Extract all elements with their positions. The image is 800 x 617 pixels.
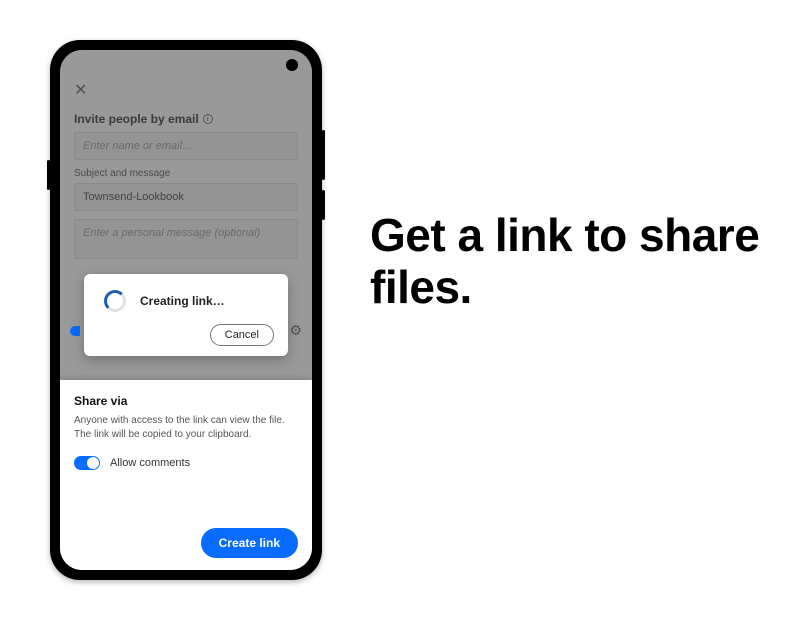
phone-screen: ✕ Invite people by email i Enter name or…	[60, 50, 312, 570]
cancel-button[interactable]: Cancel	[210, 324, 274, 346]
allow-comments-toggle[interactable]	[74, 456, 100, 470]
gear-icon[interactable]: ⚙	[289, 322, 302, 339]
creating-link-modal: Creating link… Cancel	[84, 274, 288, 356]
create-link-button[interactable]: Create link	[201, 528, 298, 558]
background-toggle-sliver	[70, 326, 80, 336]
share-description: Anyone with access to the link can view …	[74, 414, 298, 442]
allow-comments-row[interactable]: Allow comments	[74, 456, 298, 470]
modal-status-text: Creating link…	[140, 294, 225, 308]
promo-stage: ✕ Invite people by email i Enter name or…	[0, 0, 800, 617]
share-title: Share via	[74, 394, 298, 408]
promo-headline: Get a link to share files.	[370, 210, 770, 313]
share-sheet-footer: Create link	[74, 528, 298, 558]
spinner-icon	[104, 290, 126, 312]
front-camera	[286, 59, 298, 71]
phone-side-button	[47, 160, 50, 190]
phone-side-button	[322, 130, 325, 180]
modal-status-row: Creating link…	[98, 290, 274, 312]
modal-actions: Cancel	[98, 324, 274, 346]
toggle-knob	[87, 457, 99, 469]
allow-comments-label: Allow comments	[110, 457, 190, 469]
phone-side-button	[322, 190, 325, 220]
share-sheet: Share via Anyone with access to the link…	[60, 380, 312, 570]
phone-frame: ✕ Invite people by email i Enter name or…	[50, 40, 322, 580]
